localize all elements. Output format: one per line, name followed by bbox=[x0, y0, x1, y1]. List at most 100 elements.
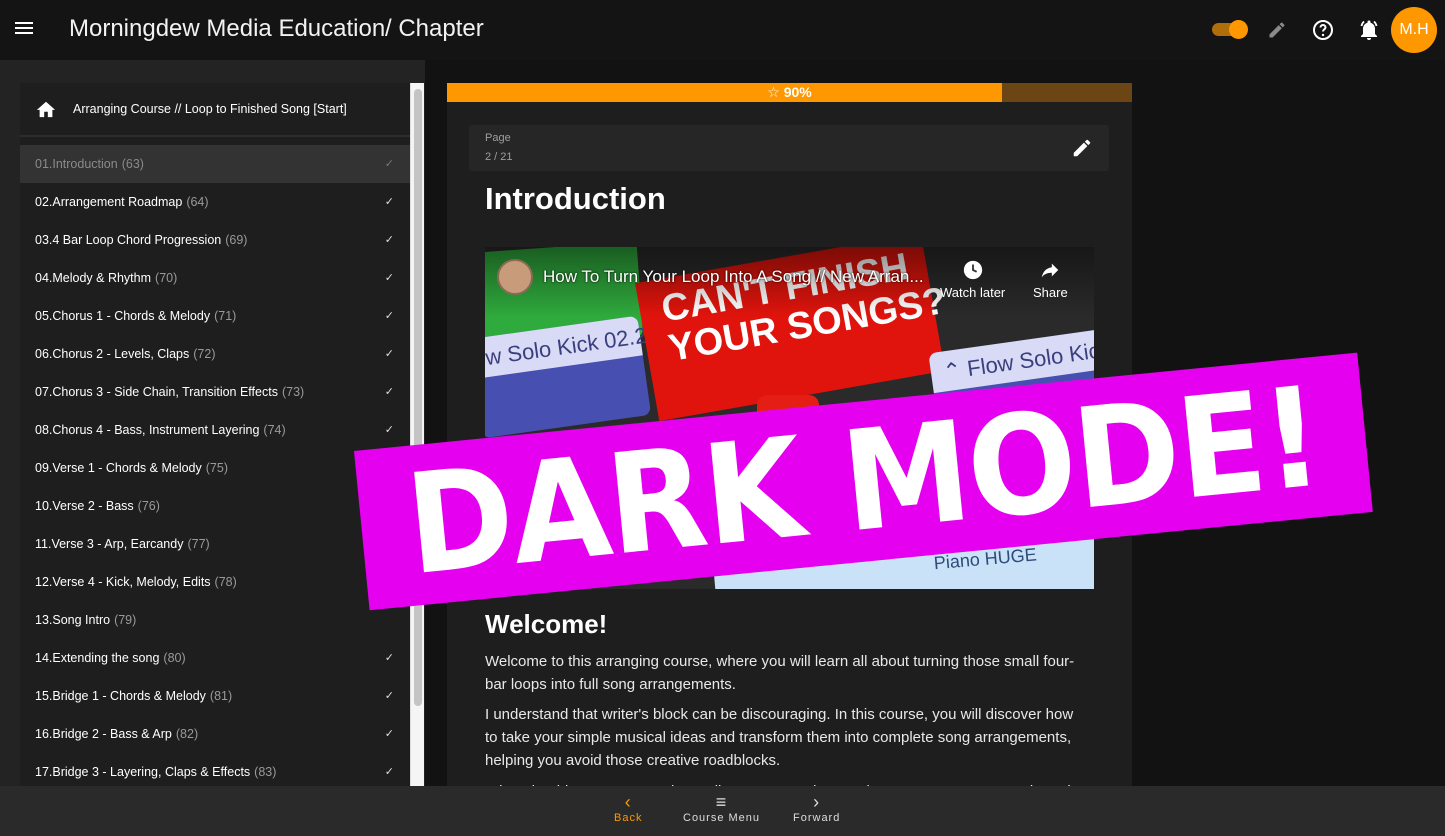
chapter-title: 03.4 Bar Loop Chord Progression bbox=[35, 233, 222, 247]
help-icon[interactable] bbox=[1310, 17, 1336, 43]
chapter-title: 12.Verse 4 - Kick, Melody, Edits bbox=[35, 575, 211, 589]
chapter-title: 05.Chorus 1 - Chords & Melody bbox=[35, 309, 211, 323]
sidebar-item-chapter[interactable]: 05.Chorus 1 - Chords & Melody (71) ✓ bbox=[20, 297, 410, 335]
page-label: Page bbox=[485, 132, 511, 144]
check-icon: ✓ bbox=[384, 272, 394, 284]
edit-page-button[interactable] bbox=[1071, 137, 1093, 159]
chapter-count: (79) bbox=[114, 613, 137, 627]
check-icon: ✓ bbox=[384, 348, 394, 360]
chapter-sidebar: Arranging Course // Loop to Finished Son… bbox=[20, 83, 410, 786]
sidebar-item-chapter[interactable]: 10.Verse 2 - Bass (76) bbox=[20, 487, 410, 525]
sidebar-item-chapter[interactable]: 12.Verse 4 - Kick, Melody, Edits (78) bbox=[20, 563, 410, 601]
check-icon: ✓ bbox=[384, 310, 394, 322]
sidebar-item-chapter[interactable]: 04.Melody & Rhythm (70) ✓ bbox=[20, 259, 410, 297]
home-icon bbox=[36, 101, 56, 118]
check-icon: ✓ bbox=[384, 652, 394, 664]
sidebar-item-chapter[interactable]: 08.Chorus 4 - Bass, Instrument Layering(… bbox=[20, 411, 410, 449]
chapter-title: 07.Chorus 3 - Side Chain, Transition Eff… bbox=[35, 385, 278, 399]
menu-icon: ≡ bbox=[715, 792, 728, 812]
chapter-count: (64) bbox=[186, 195, 209, 209]
course-progress-bar: ☆ 90% bbox=[447, 83, 1132, 102]
video-title[interactable]: How To Turn Your Loop Into A Song // New… bbox=[543, 267, 924, 287]
chapter-count: (72) bbox=[193, 347, 216, 361]
sidebar-item-chapter[interactable]: 01.Introduction (63) ✓ bbox=[20, 145, 410, 183]
page-indicator-card: Page 2 / 21 bbox=[469, 125, 1109, 171]
sidebar-item-chapter[interactable]: 13.Song Intro (79) bbox=[20, 601, 410, 639]
scrollbar-thumb[interactable] bbox=[414, 89, 422, 706]
chapter-title: 09.Verse 1 - Chords & Melody bbox=[35, 461, 202, 475]
check-icon: ✓ bbox=[384, 424, 394, 436]
sidebar-item-chapter[interactable]: 03.4 Bar Loop Chord Progression (69) ✓ bbox=[20, 221, 410, 259]
chapter-count: (77) bbox=[187, 537, 210, 551]
chapter-count: (75) bbox=[205, 461, 228, 475]
bottom-navigation: ‹ Back ≡ Course Menu › Forward bbox=[0, 786, 1445, 836]
chapter-title: 17.Bridge 3 - Layering, Claps & Effects bbox=[35, 765, 251, 779]
breadcrumb: / Chapter bbox=[385, 15, 484, 42]
chapter-title: 06.Chorus 2 - Levels, Claps bbox=[35, 347, 190, 361]
chapter-title: 08.Chorus 4 - Bass, Instrument Layering bbox=[35, 423, 260, 437]
chapter-count: (70) bbox=[155, 271, 178, 285]
progress-label: ☆ 90% bbox=[767, 84, 812, 100]
sidebar-item-chapter[interactable]: 02.Arrangement Roadmap (64) ✓ bbox=[20, 183, 410, 221]
paragraph: Welcome to this arranging course, where … bbox=[485, 653, 1075, 693]
chapter-count: (78) bbox=[214, 575, 237, 589]
chapter-count: (69) bbox=[225, 233, 248, 247]
sidebar-item-chapter[interactable]: 14.Extending the song (80) ✓ bbox=[20, 639, 410, 677]
chapter-count: (81) bbox=[209, 689, 233, 703]
chapter-count: (83) bbox=[254, 765, 277, 779]
sidebar-item-chapter[interactable]: 11.Verse 3 - Arp, Earcandy (77) bbox=[20, 525, 410, 563]
share-icon bbox=[1042, 263, 1059, 278]
check-icon: ✓ bbox=[384, 728, 394, 740]
paragraph: I understand that writer's block can be … bbox=[485, 706, 1074, 769]
pencil-icon bbox=[1073, 139, 1091, 157]
sidebar-item-chapter[interactable]: 16.Bridge 2 - Bass & Arp (82) ✓ bbox=[20, 715, 410, 753]
sidebar-item-chapter[interactable]: 17.Bridge 3 - Layering, Claps & Effects(… bbox=[20, 753, 410, 786]
check-icon: ✓ bbox=[384, 158, 394, 170]
chapter-title: 04.Melody & Rhythm bbox=[35, 271, 152, 285]
chapter-count: (82) bbox=[175, 727, 199, 741]
chapter-count: (76) bbox=[137, 499, 160, 513]
chapter-title: 13.Song Intro bbox=[35, 613, 111, 627]
chapter-count: (74) bbox=[263, 423, 286, 437]
bell-icon[interactable] bbox=[1356, 17, 1382, 43]
page-title: Introduction bbox=[485, 181, 666, 216]
section-heading: Welcome! bbox=[485, 609, 608, 639]
course-home-link[interactable]: Arranging Course // Loop to Finished Son… bbox=[20, 83, 410, 137]
course-menu-button[interactable]: ≡ Course Menu bbox=[683, 792, 760, 824]
forward-button[interactable]: › Forward bbox=[793, 792, 840, 824]
chapter-title: 14.Extending the song bbox=[35, 651, 160, 665]
chapter-count: (71) bbox=[214, 309, 237, 323]
chapter-list: 01.Introduction (63) ✓ 02.Arrangement Roadm… bbox=[20, 145, 410, 786]
chapter-count: (80) bbox=[163, 651, 186, 665]
check-icon: ✓ bbox=[384, 766, 394, 778]
app-title[interactable]: Morningdew Media Education bbox=[69, 15, 385, 43]
avatar[interactable]: M.H bbox=[1391, 7, 1437, 53]
sidebar-item-chapter[interactable]: 09.Verse 1 - Chords & Melody (75) bbox=[20, 449, 410, 487]
watch-later-button[interactable]: Watch later bbox=[940, 259, 1005, 300]
chapter-title: 11.Verse 3 - Arp, Earcandy bbox=[35, 537, 184, 551]
chapter-title: 10.Verse 2 - Bass bbox=[35, 499, 134, 513]
clock-icon bbox=[963, 260, 982, 280]
thumbnail-kick-clip: w Solo Kick 02.2 bbox=[485, 315, 652, 439]
check-icon: ✓ bbox=[384, 386, 394, 398]
chapter-title: 01.Introduction bbox=[35, 157, 118, 171]
chapter-title: 02.Arrangement Roadmap bbox=[35, 195, 183, 209]
dark-mode-toggle[interactable] bbox=[1212, 20, 1248, 39]
chapter-count: (63) bbox=[121, 157, 144, 171]
check-icon: ✓ bbox=[384, 234, 394, 246]
sidebar-item-chapter[interactable]: 06.Chorus 2 - Levels, Claps (72) ✓ bbox=[20, 335, 410, 373]
sidebar-scrollbar[interactable] bbox=[410, 83, 424, 786]
check-icon: ✓ bbox=[384, 196, 394, 208]
channel-avatar[interactable] bbox=[497, 259, 533, 295]
menu-icon[interactable] bbox=[13, 19, 35, 41]
chapter-title: 16.Bridge 2 - Bass & Arp bbox=[35, 727, 172, 741]
top-app-bar: Morningdew Media Education / Chapter M.H bbox=[0, 0, 1445, 60]
chapter-title: 15.Bridge 1 - Chords & Melody bbox=[35, 689, 206, 703]
sidebar-item-chapter[interactable]: 15.Bridge 1 - Chords & Melody (81) ✓ bbox=[20, 677, 410, 715]
share-button[interactable]: Share bbox=[1033, 259, 1068, 300]
back-button[interactable]: ‹ Back bbox=[614, 792, 642, 824]
sidebar-item-chapter[interactable]: 07.Chorus 3 - Side Chain, Transition Eff… bbox=[20, 373, 410, 411]
course-title: Arranging Course // Loop to Finished Son… bbox=[73, 102, 347, 116]
pencil-icon[interactable] bbox=[1264, 17, 1290, 43]
page-number: 2 / 21 bbox=[485, 151, 513, 163]
